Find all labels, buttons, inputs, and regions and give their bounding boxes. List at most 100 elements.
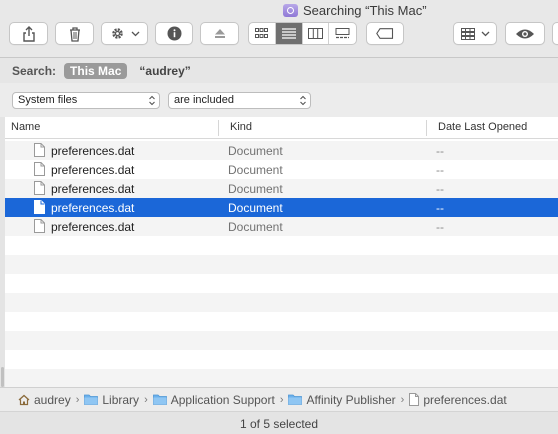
file-kind: Document [228, 220, 283, 234]
view-mode-control[interactable] [248, 22, 357, 45]
table-row[interactable]: preferences.dat Document -- [5, 179, 558, 198]
chevron-right-icon: › [400, 393, 405, 406]
document-icon [34, 200, 45, 214]
empty-row [5, 369, 558, 387]
folder-icon [152, 394, 167, 405]
chevron-right-icon: › [75, 393, 80, 406]
empty-row [5, 293, 558, 312]
smart-folder-icon [283, 3, 298, 17]
resize-handle[interactable] [1, 367, 4, 387]
scope-folder-button[interactable]: “audrey” [139, 64, 190, 78]
file-date-last-opened: -- [436, 144, 444, 158]
condition-popup[interactable]: are included [168, 92, 311, 109]
empty-row [5, 255, 558, 274]
condition-popup-label: are included [174, 94, 234, 106]
folder-icon [288, 394, 303, 405]
updown-chevron-icon [149, 95, 155, 106]
path-item[interactable]: Library [84, 393, 139, 407]
document-icon [34, 181, 45, 195]
group-icon [460, 27, 475, 40]
file-date-last-opened: -- [436, 220, 444, 234]
tags-button[interactable] [366, 22, 404, 45]
file-kind: Document [228, 144, 283, 158]
chevron-down-icon [481, 31, 489, 36]
document-icon [409, 393, 420, 406]
list-rows: preferences.dat Document -- preferences.dat… [5, 141, 558, 387]
chevron-right-icon: › [144, 393, 148, 406]
eject-button[interactable] [200, 22, 239, 45]
attribute-popup-label: System files [18, 94, 78, 106]
column-view-button[interactable] [303, 23, 330, 44]
file-name: preferences.dat [51, 201, 135, 215]
path-item-label: preferences.dat [423, 392, 507, 407]
document-icon [34, 219, 45, 233]
column-divider[interactable] [218, 120, 219, 136]
column-header-name[interactable]: Name [11, 121, 40, 133]
table-row[interactable]: preferences.dat Document -- [5, 198, 558, 217]
updown-chevron-icon [300, 95, 306, 106]
file-kind: Document [228, 182, 283, 196]
empty-row [5, 331, 558, 350]
path-item-label: Affinity Publisher [306, 392, 396, 407]
share-icon [22, 25, 35, 42]
columns-icon [307, 28, 323, 39]
eye-icon [516, 29, 534, 38]
file-name: preferences.dat [51, 220, 135, 234]
quick-look-button[interactable] [505, 22, 545, 45]
path-bar: audrey › Library › Application Support › Affin… [0, 387, 558, 411]
home-icon [18, 394, 30, 405]
scope-this-mac-button[interactable]: This Mac [64, 62, 128, 79]
table-row[interactable]: preferences.dat Document -- [5, 160, 558, 179]
trash-button[interactable] [55, 22, 94, 45]
empty-row [5, 274, 558, 293]
share-button[interactable] [9, 22, 48, 45]
attribute-popup[interactable]: System files [12, 92, 160, 109]
column-header-kind[interactable]: Kind [230, 121, 252, 133]
action-menu-button[interactable] [101, 22, 148, 45]
path-item[interactable]: Affinity Publisher [288, 392, 396, 407]
file-name: preferences.dat [51, 182, 135, 196]
column-header-date-last-opened[interactable]: Date Last Opened [438, 121, 527, 133]
path-item[interactable]: Application Support [152, 392, 275, 407]
empty-row [5, 350, 558, 369]
file-kind: Document [228, 163, 283, 177]
search-field-edge[interactable] [552, 22, 558, 45]
list-icon [281, 28, 296, 39]
gallery-view-button[interactable] [329, 23, 356, 44]
window-title: Searching “This Mac” [283, 2, 427, 18]
search-label: Search: [12, 63, 57, 78]
document-icon [34, 143, 45, 157]
file-date-last-opened: -- [436, 163, 444, 177]
path-item[interactable]: preferences.dat [409, 392, 507, 407]
table-row[interactable]: preferences.dat Document -- [5, 217, 558, 236]
info-icon [167, 26, 181, 41]
toolbar-area: Searching “This Mac” [0, 0, 558, 58]
path-item-label: Library [102, 392, 140, 407]
trash-icon [69, 26, 80, 42]
window-title-text: Searching “This Mac” [303, 2, 427, 18]
grid-icon [255, 28, 269, 38]
empty-row [5, 312, 558, 331]
path-item[interactable]: audrey [18, 393, 71, 407]
file-kind: Document [228, 201, 283, 215]
eject-icon [214, 29, 225, 38]
folder-icon [84, 394, 99, 405]
icon-view-button[interactable] [249, 23, 276, 44]
search-scope-bar: Search: This Mac “audrey” [0, 58, 558, 83]
file-name: preferences.dat [51, 163, 135, 177]
list-view-button[interactable] [275, 23, 303, 44]
list-header: Name Kind Date Last Opened [5, 117, 558, 139]
results-list[interactable]: Name Kind Date Last Opened preferences.d… [5, 117, 558, 387]
table-row[interactable]: preferences.dat Document -- [5, 141, 558, 160]
status-bar: 1 of 5 selected [0, 411, 558, 434]
group-by-button[interactable] [453, 22, 497, 45]
gear-icon [111, 28, 123, 39]
path-item-label: Application Support [170, 392, 275, 407]
get-info-button[interactable] [155, 22, 193, 45]
file-date-last-opened: -- [436, 201, 444, 215]
tag-icon [376, 28, 394, 39]
selection-status: 1 of 5 selected [239, 417, 319, 431]
column-divider[interactable] [426, 120, 427, 136]
chevron-down-icon [131, 31, 139, 36]
document-icon [34, 162, 45, 176]
